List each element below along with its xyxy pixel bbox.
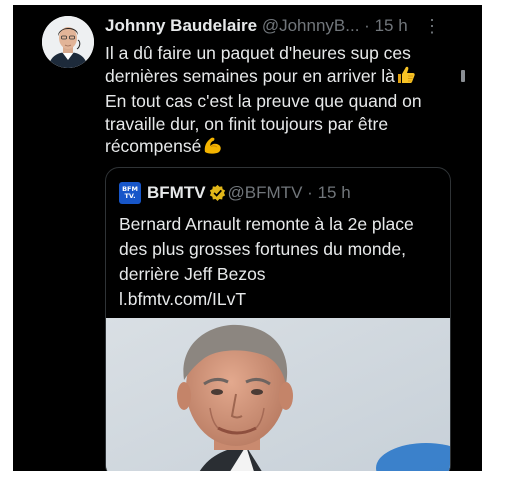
tweet-time[interactable]: 15 h — [375, 16, 408, 35]
quoted-author-name[interactable]: BFMTV — [147, 183, 206, 202]
tweet-line: dernières semaines pour en arriver là — [105, 65, 445, 91]
quoted-tweet-text: Bernard Arnault remonte à la 2e place de… — [119, 212, 439, 312]
flexed-biceps-icon — [202, 135, 223, 161]
quoted-line: derrière Jeff Bezos — [119, 264, 266, 284]
more-options-icon[interactable]: ⋮ — [423, 15, 441, 37]
tweet-line: Il a dû faire un paquet d'heures sup ces — [105, 42, 445, 65]
separator-dot: · — [364, 16, 370, 35]
tweet-line-text: dernières semaines pour en arriver là — [105, 65, 395, 86]
gold-verified-badge-icon — [209, 184, 226, 207]
thumbs-up-icon — [396, 65, 416, 91]
quoted-author-handle[interactable]: @BFMTV — [228, 183, 303, 202]
scrollbar-thumb[interactable] — [461, 70, 465, 82]
portrait-photo — [106, 318, 450, 471]
tweet-line-text: Il a dû faire un paquet d'heures sup ces — [105, 43, 411, 63]
tweet-text: Il a dû faire un paquet d'heures sup ces… — [105, 42, 445, 161]
quoted-line: des plus grosses fortunes du monde, — [119, 239, 406, 259]
tweet-line: travaille dur, on finit toujours par êtr… — [105, 113, 445, 136]
bfmtv-logo-icon: BFM TV. — [119, 182, 141, 204]
avatar[interactable] — [42, 16, 94, 68]
tweet-header: Johnny Baudelaire @JohnnyB... · 15 h — [105, 15, 475, 37]
quoted-link[interactable]: l.bfmtv.com/ILvT — [119, 287, 439, 312]
quoted-tweet-time[interactable]: 15 h — [318, 183, 351, 202]
quoted-line: Bernard Arnault remonte à la 2e place — [119, 214, 414, 234]
tweet-line: récompensé — [105, 135, 445, 161]
tweet-line-text: récompensé — [105, 136, 202, 156]
separator-dot: · — [307, 183, 313, 202]
quoted-tweet-image[interactable] — [106, 318, 450, 471]
profile-photo — [42, 16, 94, 68]
author-name[interactable]: Johnny Baudelaire — [105, 16, 257, 35]
tweet-line-text: En tout cas c'est la preuve que quand on — [105, 91, 422, 111]
tweet-line: En tout cas c'est la preuve que quand on — [105, 90, 445, 113]
quoted-tweet[interactable]: BFM TV. BFMTV @BFMTV · 15 h Bernard Arnau… — [105, 167, 451, 471]
author-handle[interactable]: @JohnnyB... — [262, 16, 360, 35]
tweet-card: Johnny Baudelaire @JohnnyB... · 15 h ⋮ I… — [13, 5, 482, 471]
quoted-tweet-header: BFMTV @BFMTV · 15 h — [147, 182, 351, 204]
tweet-line-text: travaille dur, on finit toujours par êtr… — [105, 113, 389, 134]
